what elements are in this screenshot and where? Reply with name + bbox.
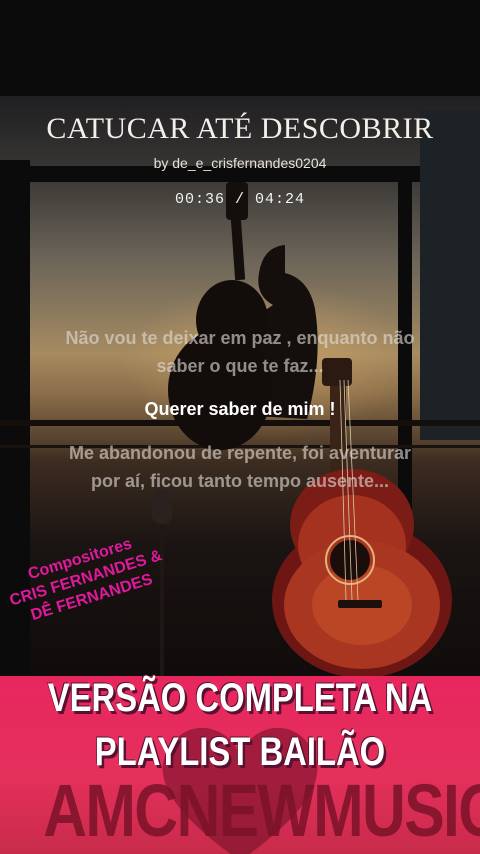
playback-time: 00:36 / 04:24 xyxy=(174,191,306,208)
lyric-next-line-2: por aí, ficou tanto tempo ausente... xyxy=(90,471,390,491)
song-title: CATUCAR ATÉ DESCOBRIR xyxy=(46,112,434,145)
brand-watermark: AMCNEWMUSIC xyxy=(43,769,480,852)
lyric-current-line: Querer saber de mim ! xyxy=(144,399,336,419)
banner-line-1: VERSÃO COMPLETA NA xyxy=(47,676,433,720)
lyric-previous-line-2: saber o que te faz... xyxy=(156,356,324,376)
lyric-previous-line-1: Não vou te deixar em paz , enquanto não xyxy=(65,328,415,348)
lyric-next-line-1: Me abandonou de repente, foi aventurar xyxy=(68,443,412,463)
song-byline: by de_e_crisfernandes0204 xyxy=(153,155,327,171)
